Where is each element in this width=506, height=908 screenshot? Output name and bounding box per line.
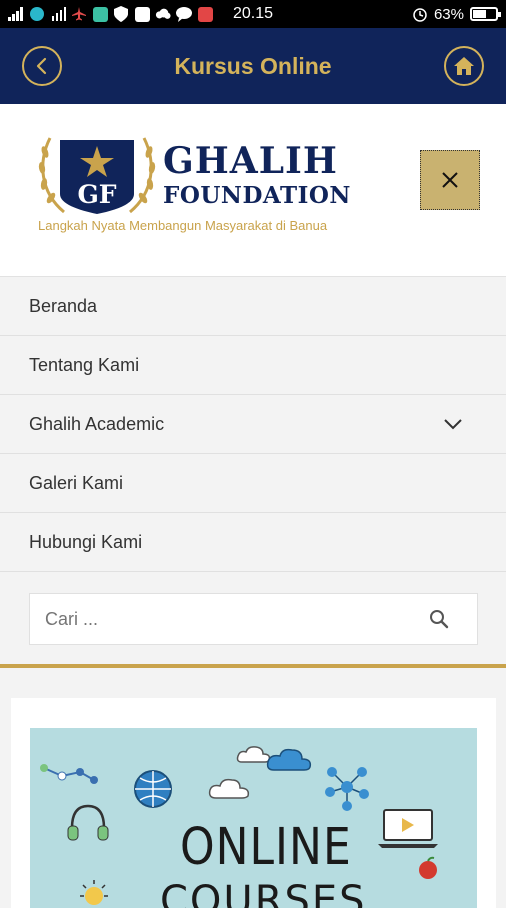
apple-icon — [419, 856, 437, 879]
globe-icon — [134, 770, 172, 808]
app-bar: Kursus Online — [0, 28, 506, 104]
logo-line-ghalih: GHALIH — [163, 140, 338, 182]
page-title: Kursus Online — [174, 52, 332, 79]
headphones-icon — [67, 804, 109, 841]
speech-bubble-icon — [176, 6, 192, 22]
main-content: ONLINE COURSES — [0, 672, 506, 908]
ghalih-foundation-logo[interactable]: GF GHALIH FOUNDATION Langkah Nyata Memba… — [36, 132, 356, 242]
menu-item-label: Ghalih Academic — [29, 413, 165, 434]
course-card: ONLINE COURSES — [11, 698, 496, 908]
search-section — [0, 572, 506, 668]
status-icons-right: 63% — [412, 5, 501, 23]
menu-item-galeri-kami[interactable]: Galeri Kami — [0, 454, 506, 513]
close-icon — [442, 172, 458, 188]
menu-item-tentang-kami[interactable]: Tentang Kami — [0, 336, 506, 395]
network-nodes-icon — [40, 764, 98, 784]
menu-item-beranda[interactable]: Beranda — [0, 277, 506, 336]
close-menu-button[interactable] — [420, 150, 480, 210]
menu-item-label: Beranda — [29, 295, 98, 316]
status-bar: 20.15 63% — [0, 0, 506, 28]
menu-item-label: Galeri Kami — [29, 472, 124, 493]
gallery-icon — [134, 6, 150, 22]
status-icons-left — [8, 6, 412, 22]
battery-icon — [470, 7, 501, 21]
logo-monogram: GF — [77, 180, 117, 209]
chat-app-icon — [92, 6, 108, 22]
cloud-icon — [208, 778, 250, 799]
airplane-icon — [71, 6, 87, 22]
call-app-icon — [197, 6, 213, 22]
logo-tagline: Langkah Nyata Membangun Masyarakat di Ba… — [38, 218, 328, 233]
bulb-icon — [80, 880, 108, 905]
signal-icon — [8, 6, 24, 22]
battery-percent: 63% — [433, 5, 464, 23]
messenger-icon — [29, 6, 45, 22]
search-icon[interactable] — [429, 609, 449, 629]
menu-item-ghalih-academic[interactable]: Ghalih Academic — [0, 395, 506, 454]
back-button[interactable] — [22, 46, 62, 86]
chevron-left-icon — [36, 57, 47, 75]
menu-item-hubungi-kami[interactable]: Hubungi Kami — [0, 513, 506, 572]
cloud-icon — [155, 6, 171, 22]
menu-item-label: Tentang Kami — [29, 354, 140, 375]
cloud-icon — [266, 748, 312, 771]
banner-title-courses: COURSES — [160, 878, 367, 908]
signal-bars-icon — [50, 6, 66, 22]
search-input[interactable] — [45, 608, 415, 630]
laptop-icon — [378, 809, 438, 848]
banner-title-online: ONLINE — [180, 818, 352, 877]
alarm-icon — [412, 6, 428, 22]
home-button[interactable] — [444, 46, 484, 86]
logo-line-foundation: FOUNDATION — [163, 182, 351, 209]
chevron-down-icon[interactable] — [444, 418, 462, 430]
shield-icon — [113, 6, 129, 22]
home-icon — [454, 57, 474, 75]
search-box — [29, 593, 478, 645]
menu-item-label: Hubungi Kami — [29, 531, 143, 552]
online-courses-banner[interactable]: ONLINE COURSES — [30, 728, 477, 908]
molecule-icon — [325, 767, 369, 811]
nav-menu: Beranda Tentang Kami Ghalih Academic Gal… — [0, 277, 506, 572]
site-header: GF GHALIH FOUNDATION Langkah Nyata Memba… — [0, 104, 506, 277]
